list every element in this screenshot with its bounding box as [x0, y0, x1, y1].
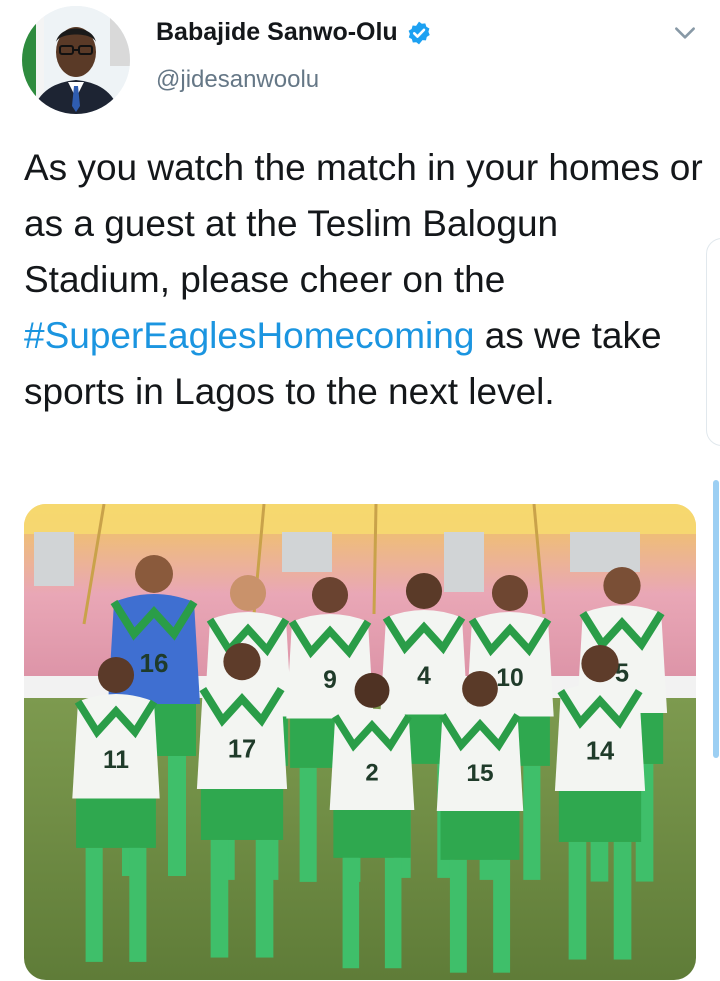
- next-card-edge: [706, 238, 720, 446]
- author-handle[interactable]: @jidesanwoolu: [156, 66, 319, 94]
- tweet-text-before: As you watch the match in your homes or …: [24, 147, 703, 300]
- verified-badge-icon: [408, 21, 430, 44]
- jersey-number: 2: [365, 760, 378, 787]
- jersey-number: 9: [323, 667, 337, 694]
- jersey-number: 17: [228, 736, 256, 764]
- tweet-photo[interactable]: 16 9 4 10 5 11 17 2 15 14: [24, 504, 696, 980]
- avatar[interactable]: [22, 6, 130, 114]
- jersey-number: 15: [466, 760, 493, 787]
- tweet-text: As you watch the match in your homes or …: [24, 140, 704, 420]
- avatar-image: [22, 6, 130, 114]
- jersey-number: 4: [417, 663, 431, 690]
- author-name[interactable]: Babajide Sanwo-Olu: [156, 18, 398, 47]
- jersey-number: 14: [586, 738, 615, 766]
- jersey-number: 10: [496, 665, 523, 692]
- hashtag-link[interactable]: #SuperEaglesHomecoming: [24, 315, 474, 356]
- chevron-down-icon[interactable]: [672, 20, 698, 46]
- author-row[interactable]: Babajide Sanwo-Olu: [156, 18, 432, 47]
- scrollbar[interactable]: [713, 480, 719, 758]
- jersey-number: 16: [140, 648, 169, 678]
- jersey-number: 11: [103, 747, 129, 774]
- team-photo-illustration: 169 4 10 5 11 172 1514: [24, 504, 696, 980]
